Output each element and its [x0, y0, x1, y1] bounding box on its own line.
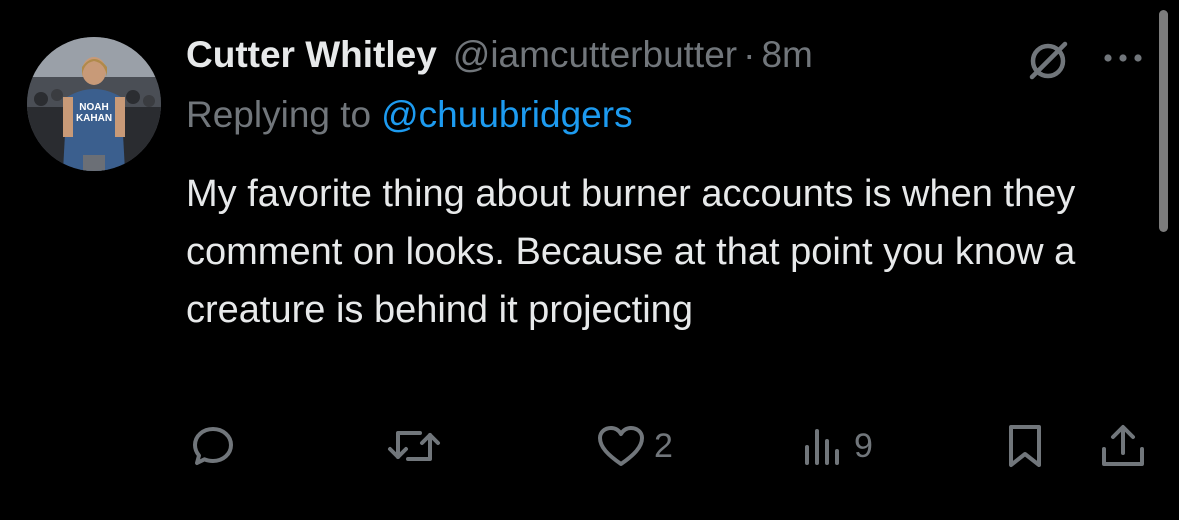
- reply-icon: [193, 427, 233, 465]
- repost-button[interactable]: [386, 420, 450, 472]
- share-button[interactable]: [1098, 420, 1148, 472]
- scrollbar[interactable]: [1159, 10, 1168, 232]
- reply-handle-link[interactable]: @chuubridgers: [381, 94, 632, 135]
- like-count: 2: [654, 426, 673, 465]
- views-count: 9: [854, 426, 873, 465]
- views-button[interactable]: 9: [800, 420, 873, 472]
- action-bar: 2 9: [0, 420, 1179, 472]
- handle[interactable]: @iamcutterbutter: [453, 34, 737, 76]
- replying-label: Replying to: [186, 94, 372, 135]
- views-icon: [805, 429, 839, 465]
- repost-icon: [388, 431, 440, 461]
- tweet-header: Cutter Whitley @iamcutterbutter · 8m: [186, 34, 813, 84]
- display-name[interactable]: Cutter Whitley: [186, 34, 437, 76]
- replying-to: Replying to @chuubridgers: [186, 94, 633, 136]
- more-icon[interactable]: [1100, 46, 1146, 70]
- tweet[interactable]: NOAH KAHAN Cutter Whitley @iamcutterbutt…: [0, 0, 1179, 520]
- avatar-shirt-line1: NOAH: [79, 102, 108, 113]
- grok-icon[interactable]: [1024, 37, 1072, 85]
- avatar-shirt-line2: KAHAN: [76, 113, 112, 124]
- avatar[interactable]: NOAH KAHAN: [27, 37, 161, 171]
- bookmark-icon: [1009, 425, 1041, 467]
- reply-button[interactable]: [190, 420, 244, 472]
- share-icon: [1102, 425, 1144, 466]
- bookmark-button[interactable]: [1002, 420, 1048, 472]
- like-button[interactable]: 2: [596, 420, 673, 472]
- separator-dot: ·: [743, 34, 756, 75]
- heart-icon: [598, 426, 644, 466]
- tweet-text: My favorite thing about burner accounts …: [186, 173, 1076, 331]
- timestamp[interactable]: 8m: [761, 34, 812, 76]
